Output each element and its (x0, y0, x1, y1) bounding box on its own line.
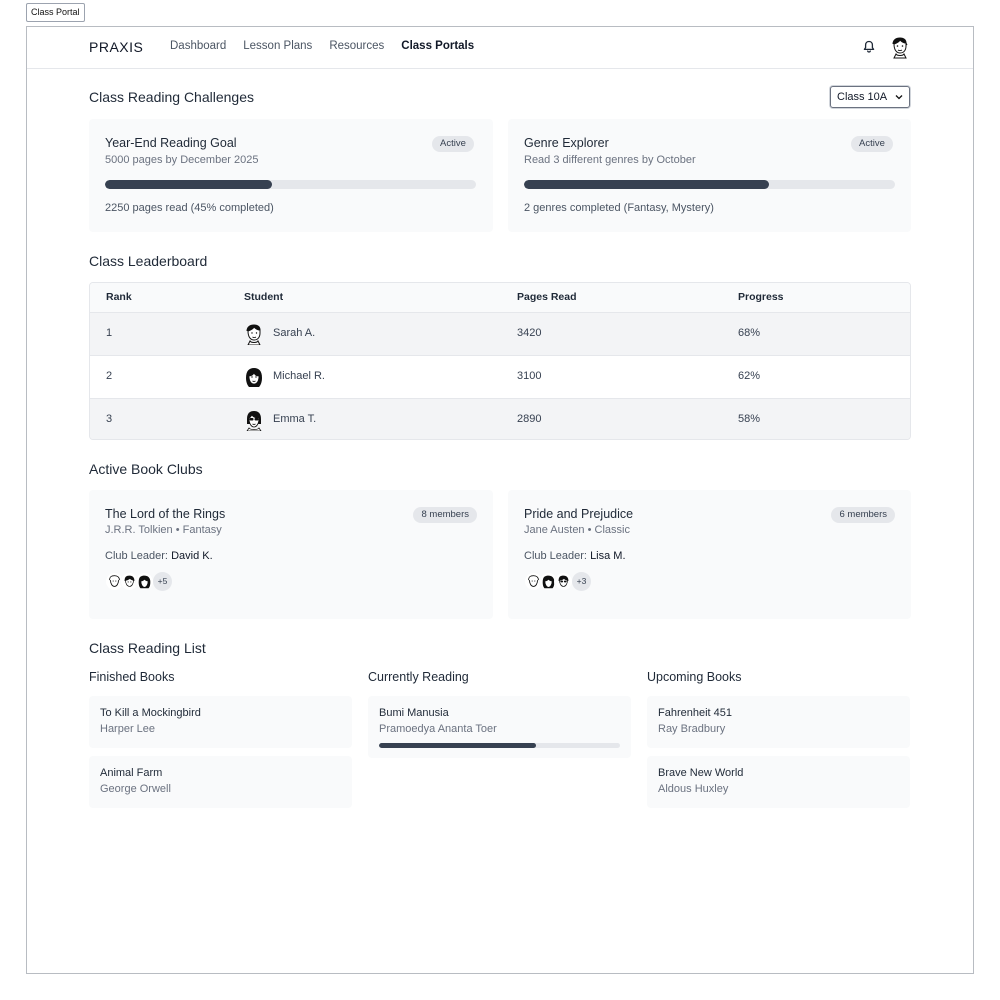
more-members-count[interactable]: +3 (572, 572, 591, 591)
upcoming-book-card[interactable]: Fahrenheit 451 Ray Bradbury (647, 696, 910, 748)
table-row[interactable]: 1 Sarah A. 3420 68% (90, 312, 910, 355)
book-title: Bumi Manusia (379, 707, 449, 719)
challenge-status: 2 genres completed (Fantasy, Mystery) (524, 202, 714, 214)
book-title: Brave New World (658, 767, 744, 779)
table-row[interactable]: 3 Emma T. 2890 58% (90, 398, 910, 439)
user-avatar-icon[interactable] (888, 35, 912, 59)
book-author: Ray Bradbury (658, 723, 726, 735)
rank-cell: 2 (106, 370, 113, 382)
finished-book-card[interactable]: Animal Farm George Orwell (89, 756, 352, 808)
challenge-title: Year-End Reading Goal (105, 136, 237, 150)
book-clubs-title: Active Book Clubs (89, 461, 203, 477)
student-avatar-icon (246, 368, 262, 387)
challenge-progress-fill (105, 180, 272, 189)
pages-cell: 2890 (517, 413, 542, 425)
nav-links: Dashboard Lesson Plans Resources Class P… (170, 40, 474, 52)
table-header: Rank Student Pages Read Progress (90, 283, 910, 312)
book-author: Pramoedya Ananta Toer (379, 723, 497, 735)
rank-cell: 3 (106, 413, 113, 425)
club-leader-name[interactable]: David K. (171, 550, 213, 562)
club-book-subtitle: J.R.R. Tolkien • Fantasy (105, 524, 222, 536)
finished-books-title: Finished Books (89, 670, 175, 684)
class-select[interactable]: Class 10A (830, 86, 910, 108)
nav-link-lesson-plans[interactable]: Lesson Plans (243, 40, 312, 52)
column-header-pages: Pages Read (517, 291, 577, 303)
student-name: Emma T. (273, 413, 317, 425)
book-title: Fahrenheit 451 (658, 707, 732, 719)
book-club-card-1[interactable]: Pride and Prejudice Jane Austen • Classi… (508, 490, 911, 619)
student-name: Michael R. (273, 370, 325, 382)
student-name: Sarah A. (273, 327, 316, 339)
club-book-title: Pride and Prejudice (524, 507, 634, 521)
reading-list-title: Class Reading List (89, 640, 206, 656)
finished-book-card[interactable]: To Kill a Mockingbird Harper Lee (89, 696, 352, 748)
status-badge: Active (432, 136, 474, 152)
club-leader-label: Club Leader: (105, 550, 168, 562)
status-badge: Active (851, 136, 893, 152)
challenge-progress-bar (524, 180, 895, 189)
book-author: George Orwell (100, 783, 171, 795)
challenge-subtitle: 5000 pages by December 2025 (105, 154, 259, 166)
pages-cell: 3420 (517, 327, 542, 339)
upcoming-book-card[interactable]: Brave New World Aldous Huxley (647, 756, 910, 808)
top-navigation: PRAXIS Dashboard Lesson Plans Resources … (27, 27, 973, 69)
student-avatar-icon (246, 324, 261, 345)
brand-logo[interactable]: PRAXIS (89, 39, 143, 55)
challenge-progress-bar (105, 180, 476, 189)
column-header-student: Student (244, 291, 284, 303)
club-leader-name[interactable]: Lisa M. (590, 550, 625, 562)
chevron-down-icon (895, 95, 903, 100)
members-badge: 6 members (831, 507, 895, 523)
more-members-count[interactable]: +5 (153, 572, 172, 591)
table-row[interactable]: 2 Michael R. 3100 62% (90, 355, 910, 398)
challenge-progress-fill (524, 180, 769, 189)
book-title: To Kill a Mockingbird (100, 707, 201, 719)
book-author: Aldous Huxley (658, 783, 729, 795)
current-book-card[interactable]: Bumi Manusia Pramoedya Ananta Toer (368, 696, 631, 758)
leaderboard-title: Class Leaderboard (89, 253, 208, 269)
club-book-subtitle: Jane Austen • Classic (524, 524, 630, 536)
members-badge: 8 members (413, 507, 477, 523)
pages-cell: 3100 (517, 370, 542, 382)
reading-progress-fill (379, 743, 536, 748)
rank-cell: 1 (106, 327, 113, 339)
progress-cell: 62% (738, 370, 761, 382)
leaderboard-table: Rank Student Pages Read Progress 1 Sarah… (89, 282, 911, 440)
currently-reading-title: Currently Reading (368, 670, 469, 684)
book-author: Harper Lee (100, 723, 156, 735)
nav-link-class-portals[interactable]: Class Portals (401, 40, 474, 52)
club-leader: Club Leader: Lisa M. (524, 550, 626, 562)
challenge-card-0[interactable]: Year-End Reading Goal 5000 pages by Dece… (89, 119, 493, 232)
book-title: Animal Farm (100, 767, 163, 779)
club-leader: Club Leader: David K. (105, 550, 213, 562)
book-club-card-0[interactable]: The Lord of the Rings J.R.R. Tolkien • F… (89, 490, 493, 619)
column-header-rank: Rank (106, 291, 132, 303)
reading-progress-bar (379, 743, 620, 748)
upcoming-books-title: Upcoming Books (647, 670, 742, 684)
member-avatar-icon (554, 572, 573, 591)
challenge-subtitle: Read 3 different genres by October (524, 154, 696, 166)
challenge-title: Genre Explorer (524, 136, 609, 150)
club-leader-label: Club Leader: (524, 550, 587, 562)
app-window: PRAXIS Dashboard Lesson Plans Resources … (26, 26, 974, 974)
progress-cell: 58% (738, 413, 761, 425)
club-book-title: The Lord of the Rings (105, 507, 226, 521)
progress-cell: 68% (738, 327, 761, 339)
nav-link-dashboard[interactable]: Dashboard (170, 40, 226, 52)
challenge-card-1[interactable]: Genre Explorer Read 3 different genres b… (508, 119, 911, 232)
member-avatar-icon (135, 572, 154, 591)
challenge-status: 2250 pages read (45% completed) (105, 202, 274, 214)
student-avatar-icon (246, 411, 262, 431)
class-select-value: Class 10A (837, 91, 888, 103)
bell-icon[interactable] (861, 39, 877, 55)
nav-link-resources[interactable]: Resources (329, 40, 384, 52)
challenges-title: Class Reading Challenges (89, 89, 254, 105)
browser-tab[interactable]: Class Portal (26, 3, 85, 22)
column-header-progress: Progress (738, 291, 784, 303)
